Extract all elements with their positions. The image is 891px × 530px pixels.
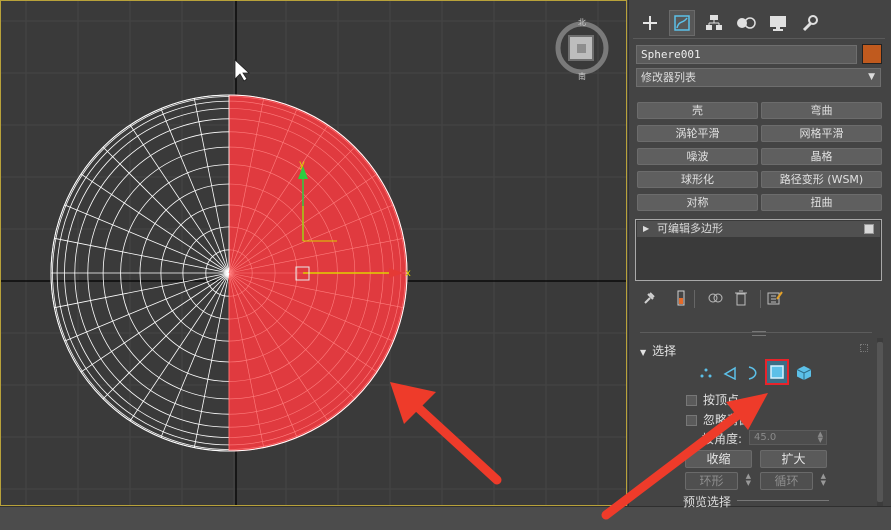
angle-spinner[interactable]: 45.0 ▲ ▼ — [749, 430, 827, 445]
modifier-button-symmetry[interactable]: 对称 — [637, 194, 758, 211]
motion-icon — [737, 17, 756, 29]
modifier-button-spherify[interactable]: 球形化 — [637, 171, 758, 188]
ignore-backfacing-label: 忽略背面 — [703, 413, 752, 427]
shrink-button[interactable]: 收缩 — [685, 450, 752, 468]
preview-selection-label: 预览选择 — [683, 495, 732, 509]
make-unique-icon[interactable] — [706, 288, 724, 308]
status-bar — [0, 506, 891, 530]
selection-rollout-title: 选择 — [652, 344, 677, 358]
sphere-longitude-line — [64, 204, 230, 274]
hierarchy-icon — [706, 15, 722, 30]
modifier-button-bend[interactable]: 弯曲 — [761, 102, 882, 119]
chevron-down-icon: ▼ — [868, 72, 875, 82]
command-panel-tabs — [635, 10, 885, 36]
ring-button[interactable]: 环形 ▲ ▼ — [685, 472, 751, 490]
expand-triangle-icon[interactable]: ▶ — [643, 221, 649, 237]
panel-scrollbar[interactable] — [877, 338, 883, 506]
ignore-backfacing-option[interactable]: 忽略背面 — [686, 411, 751, 428]
rollout-grip[interactable] — [752, 331, 766, 336]
modifier-button-noise[interactable]: 噪波 — [637, 148, 758, 165]
vertex-level-icon[interactable] — [696, 362, 716, 384]
configure-sets-icon[interactable] — [766, 288, 784, 308]
utilities-tab[interactable] — [797, 10, 823, 36]
element-level-icon[interactable] — [794, 362, 814, 384]
modifier-button-pathdeform[interactable]: 路径变形 (WSM) — [761, 171, 882, 188]
stack-item-editable-poly[interactable]: ▶ 可编辑多边形 — [637, 221, 880, 237]
loop-spinner-icon[interactable]: ▲ ▼ — [821, 473, 826, 487]
sphere-longitude-line — [64, 272, 230, 342]
polygon-level-icon[interactable] — [765, 359, 789, 385]
trash-icon[interactable] — [732, 288, 750, 308]
grow-button[interactable]: 扩大 — [760, 450, 827, 468]
sphere-longitude-line — [160, 272, 230, 438]
modifier-list-dropdown[interactable]: 修改器列表 ▼ — [636, 68, 881, 87]
stack-toolbar — [640, 288, 790, 308]
viewcube-south-label: 南 — [578, 71, 586, 81]
subobject-level-bar — [696, 359, 816, 385]
wrench-icon — [802, 15, 818, 32]
perspective-viewport[interactable]: y x 北 南 — [0, 0, 627, 506]
by-angle-label: 按角度: — [702, 432, 743, 446]
motion-tab[interactable] — [733, 10, 759, 36]
modifier-stack: ▶ 可编辑多边形 — [635, 219, 882, 281]
viewport-canvas: y x 北 南 — [1, 1, 626, 505]
by-vertex-label: 按顶点 — [703, 393, 740, 407]
mouse-cursor-icon — [234, 59, 251, 82]
modifier-button-twist[interactable]: 扭曲 — [761, 194, 882, 211]
stack-item-label: 可编辑多边形 — [657, 222, 723, 235]
viewcube-inner — [577, 44, 586, 53]
object-name-field[interactable]: Sphere001 — [636, 45, 857, 64]
monitor-icon — [770, 16, 786, 31]
preview-selection-rule — [737, 500, 829, 501]
loop-button[interactable]: 循环 ▲ ▼ — [760, 472, 826, 490]
hierarchy-tab[interactable] — [701, 10, 727, 36]
gizmo-x-label: x — [405, 268, 411, 279]
tab-divider — [633, 38, 885, 39]
by-vertex-option[interactable]: 按顶点 — [686, 391, 739, 408]
object-color-swatch[interactable] — [862, 44, 882, 64]
modifier-button-lattice[interactable]: 晶格 — [761, 148, 882, 165]
spinner-arrows-icon[interactable]: ▲ ▼ — [818, 431, 823, 444]
pin-stack-icon[interactable] — [640, 288, 658, 308]
modifier-list-label: 修改器列表 — [641, 71, 696, 84]
modify-icon — [674, 15, 690, 31]
stack-item-toggle[interactable] — [864, 224, 874, 234]
display-tab[interactable] — [765, 10, 791, 36]
viewcube-north-label: 北 — [578, 18, 586, 27]
show-end-result-icon[interactable] — [672, 288, 690, 308]
modify-tab[interactable] — [669, 10, 695, 36]
collapse-triangle-icon: ▼ — [640, 348, 647, 357]
by-vertex-checkbox[interactable] — [686, 395, 697, 406]
modifier-button-shell[interactable]: 壳 — [637, 102, 758, 119]
loop-label: 循环 — [774, 474, 799, 488]
rollout-dots — [860, 344, 868, 352]
sphere-longitude-line — [160, 108, 230, 274]
toolbar-separator — [694, 290, 695, 308]
modifier-button-meshsmooth[interactable]: 网格平滑 — [761, 125, 882, 142]
border-level-icon[interactable] — [742, 362, 762, 384]
toolbar-separator — [760, 290, 761, 308]
ring-spinner-icon[interactable]: ▲ ▼ — [746, 473, 751, 487]
edge-level-icon[interactable] — [720, 362, 740, 384]
modifier-button-turbosmooth[interactable]: 涡轮平滑 — [637, 125, 758, 142]
angle-value: 45.0 — [754, 432, 777, 443]
plus-icon — [643, 16, 657, 30]
create-tab[interactable] — [637, 10, 663, 36]
scrollbar-thumb[interactable] — [877, 342, 883, 502]
gizmo-y-label: y — [299, 159, 305, 170]
ring-label: 环形 — [699, 474, 724, 488]
viewcube[interactable]: 北 南 — [555, 18, 609, 81]
selection-rollout-header[interactable]: ▼ 选择 — [640, 342, 676, 359]
ignore-backfacing-checkbox[interactable] — [686, 415, 697, 426]
